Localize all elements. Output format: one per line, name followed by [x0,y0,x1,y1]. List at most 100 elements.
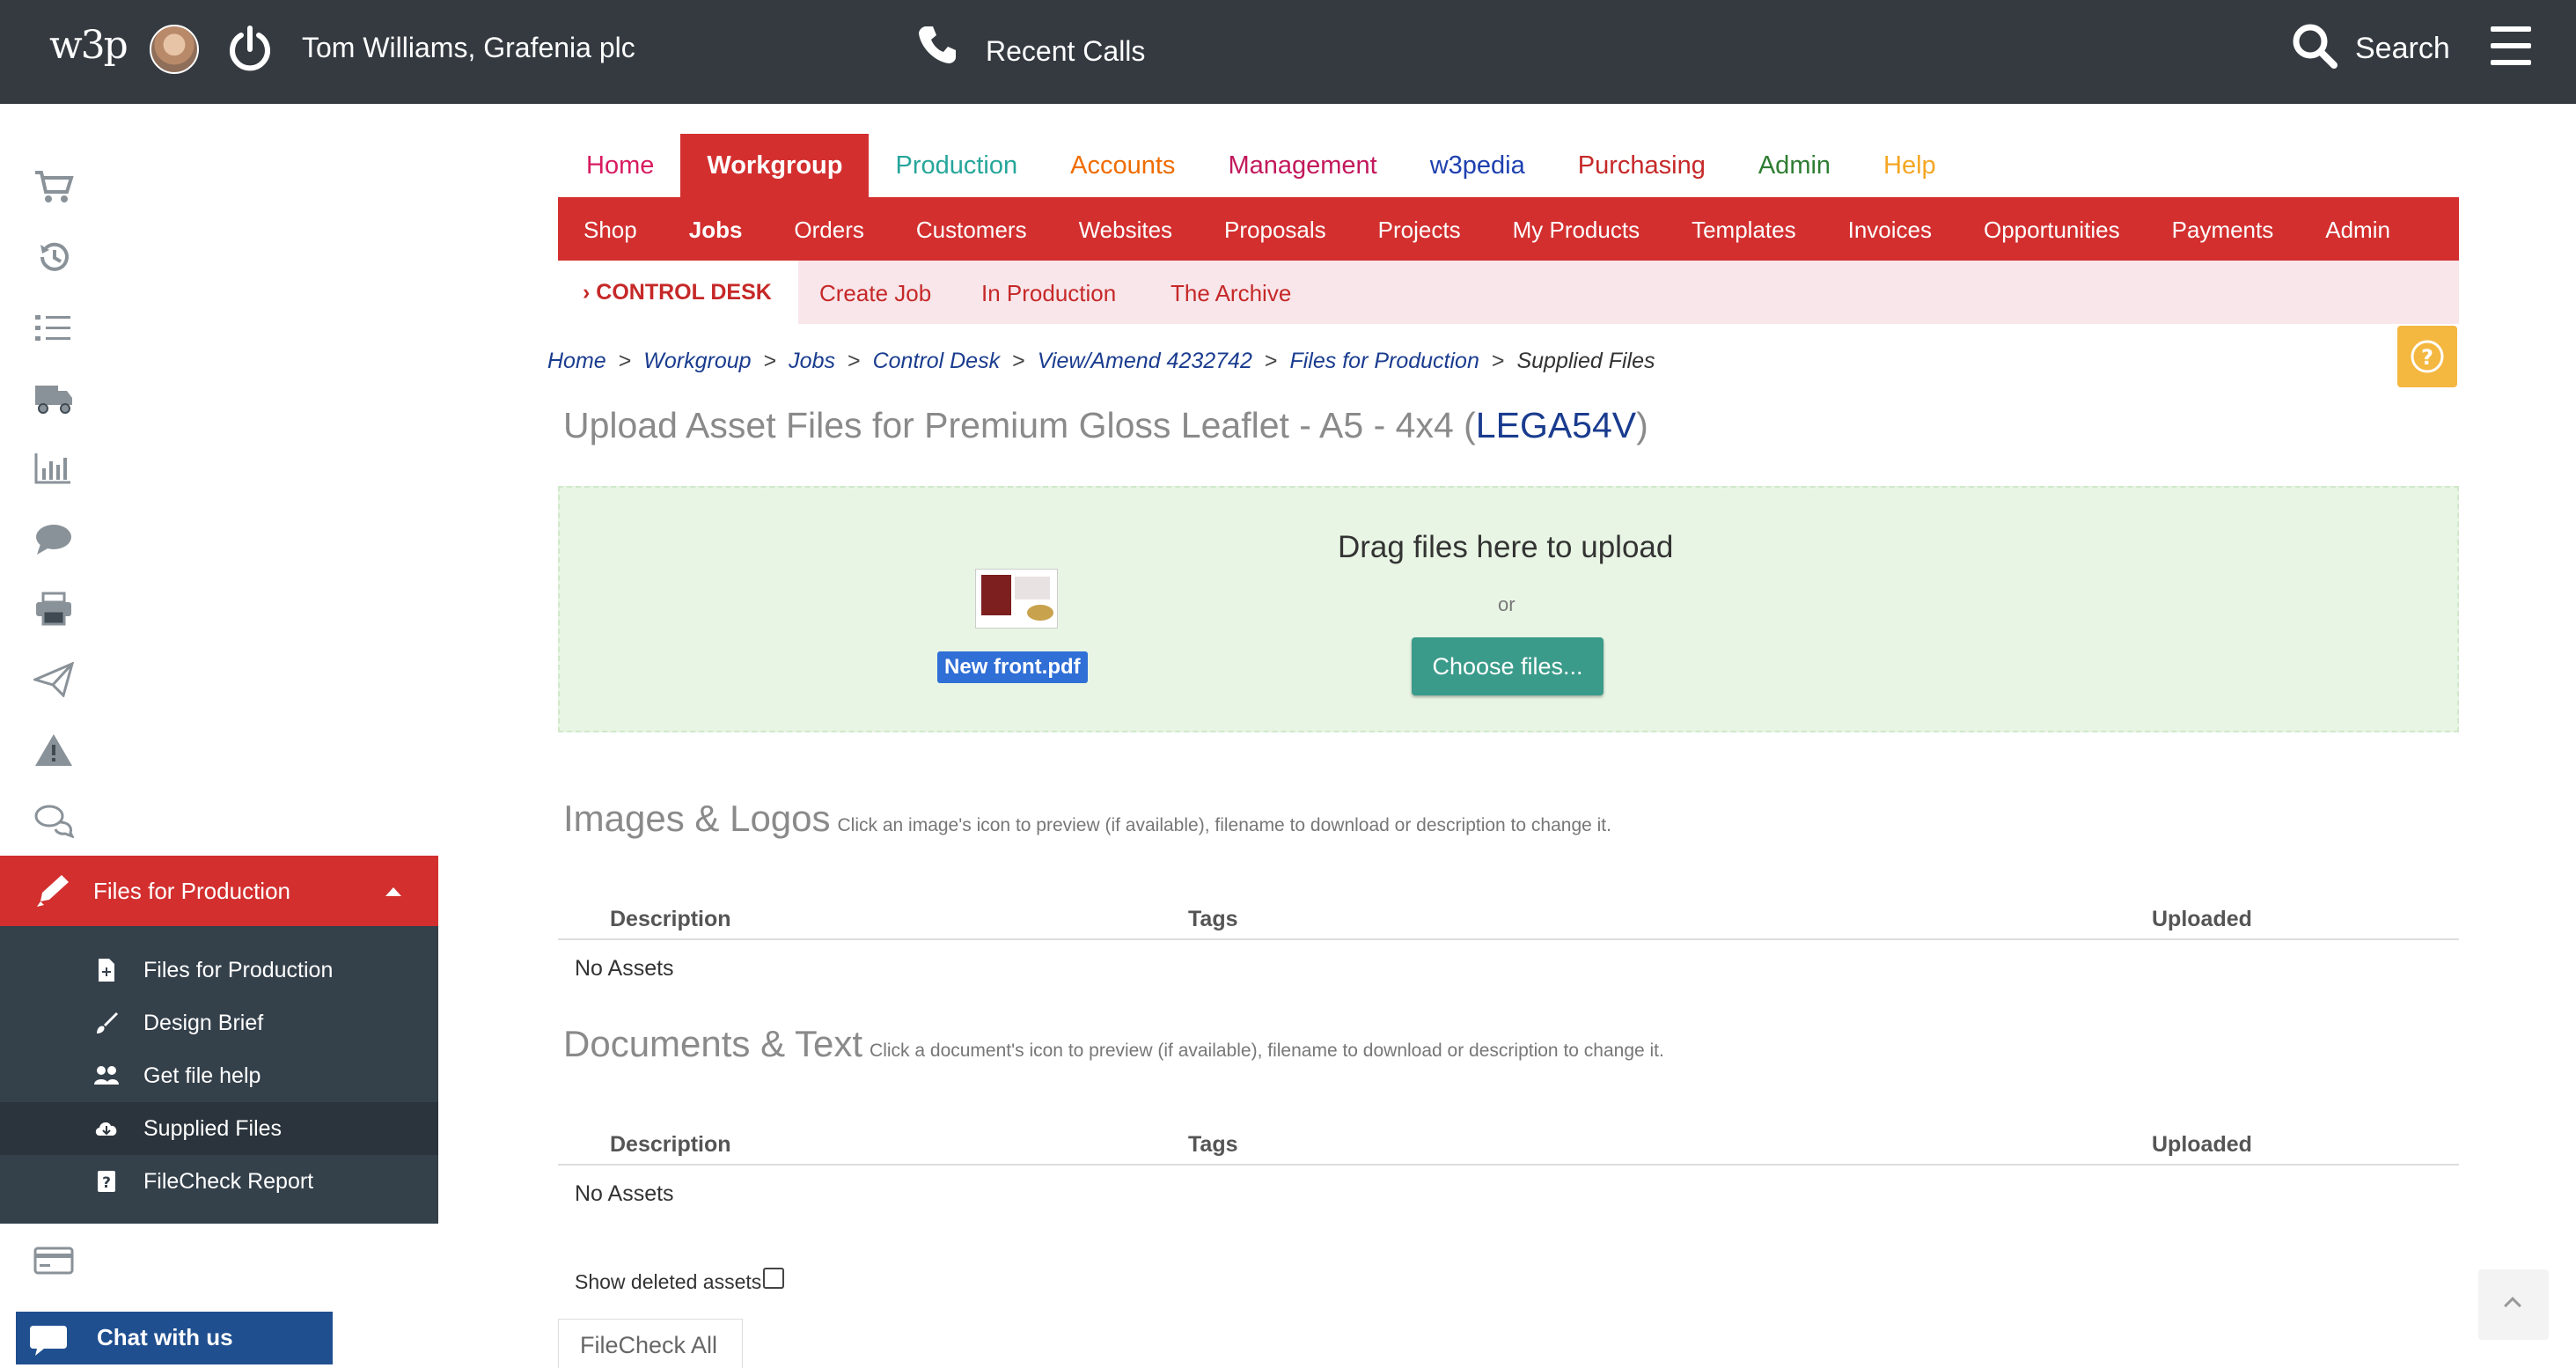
phone-icon[interactable] [915,23,959,67]
subnav-admin[interactable]: Admin [2300,197,2417,261]
breadcrumb-link[interactable]: Workgroup [643,349,751,374]
tab-help[interactable]: Help [1857,134,1963,197]
search-icon[interactable] [2290,21,2339,70]
create-job-link[interactable]: Create Job [819,280,931,307]
tab-management[interactable]: Management [1201,134,1403,197]
bar-chart-icon [34,453,70,484]
history-icon [40,242,69,271]
chevron-up-icon [385,887,401,896]
question-circle-icon: ? [2411,340,2444,373]
sidebar-item-label: Despatch [93,385,190,411]
submenu-item-label: Supplied Files [143,1116,283,1141]
scroll-to-top-button[interactable] [2478,1269,2549,1340]
subnav-opportunities[interactable]: Opportunities [1958,197,2147,261]
comments-icon [34,805,74,838]
breadcrumb-link[interactable]: Files for Production [1289,349,1479,374]
show-deleted-checkbox[interactable] [763,1268,785,1289]
column-header-tags[interactable]: Tags [1188,1132,1238,1158]
submenu-item-files-for-production[interactable]: Files for Production [0,944,438,997]
search-link[interactable]: Search [2355,32,2450,66]
sidebar-item-label: Quality [93,737,165,763]
archive-link[interactable]: The Archive [1171,280,1291,307]
column-header-tags[interactable]: Tags [1188,907,1238,932]
chat-widget-button[interactable]: Chat with us [16,1312,333,1364]
main-tabs: Home Workgroup Production Accounts Managemen… [560,134,1963,197]
sidebar-item-label: History [93,244,165,270]
cloud-download-icon [95,1122,117,1136]
top-bar: w3p Tom Williams, Grafenia plc Recent Ca… [0,0,2576,104]
submenu-item-get-file-help[interactable]: Get file help [0,1049,438,1102]
tab-home[interactable]: Home [560,134,680,197]
uploaded-file-name[interactable]: New front.pdf [937,651,1088,683]
sidebar-item-despatch[interactable]: Despatch [0,363,438,433]
chevron-down-icon [385,747,401,755]
paper-plane-icon [33,662,74,697]
file-plus-icon [99,959,114,982]
column-header-uploaded[interactable]: Uploaded [2152,1132,2252,1158]
sub-navigation: Shop Jobs Orders Customers Websites Proposals… [558,197,2459,261]
tab-admin[interactable]: Admin [1732,134,1857,197]
sidebar-item-feedback[interactable]: Feedback [0,785,438,856]
subnav-websites[interactable]: Websites [1053,197,1199,261]
sidebar-item-payments[interactable]: Payments [0,1225,438,1296]
tab-w3pedia[interactable]: w3pedia [1404,134,1552,197]
subnav-projects[interactable]: Projects [1353,197,1487,261]
subnav-invoices[interactable]: Invoices [1823,197,1958,261]
app-logo[interactable]: w3p [49,23,128,68]
sidebar-item-history[interactable]: History [0,222,438,292]
breadcrumb-link[interactable]: View/Amend 4232742 [1038,349,1252,374]
breadcrumb-link[interactable]: Jobs [789,349,835,374]
speech-bubble-icon [36,525,71,555]
submenu-item-filecheck-report[interactable]: ? FileCheck Report [0,1155,438,1208]
images-section-hint: Click an image's icon to preview (if ava… [837,815,1611,835]
product-code-link[interactable]: LEGA54V [1476,405,1636,445]
submenu-item-design-brief[interactable]: Design Brief [0,997,438,1049]
chevron-down-icon [385,1257,401,1266]
column-header-uploaded[interactable]: Uploaded [2152,907,2252,932]
sidebar-item-financial[interactable]: Financial [0,433,438,504]
documents-section-hint: Click a document's icon to preview (if a… [870,1041,1664,1061]
sidebar-item-notes[interactable]: Notes [0,504,438,574]
breadcrumb-link[interactable]: Home [547,349,606,374]
user-name[interactable]: Tom Williams, Grafenia plc [302,32,635,64]
tab-accounts[interactable]: Accounts [1044,134,1201,197]
breadcrumb-separator: > [1264,349,1278,373]
documents-table-header: Description Tags Uploaded [558,1123,2459,1166]
column-header-description[interactable]: Description [610,907,731,932]
choose-files-button[interactable]: Choose files... [1412,637,1604,695]
sidebar-item-files-for-production[interactable]: Files for Production [0,856,438,926]
chat-bubble-icon [30,1326,67,1356]
subnav-proposals[interactable]: Proposals [1199,197,1353,261]
sidebar-item-email-sms[interactable]: Email & SMS [0,644,438,715]
subnav-shop[interactable]: Shop [558,197,664,261]
sidebar-item-runs[interactable]: Runs [0,292,438,363]
hamburger-menu-icon[interactable] [2491,26,2531,65]
recent-calls-link[interactable]: Recent Calls [986,35,1145,68]
tab-workgroup[interactable]: Workgroup [680,134,870,197]
third-navigation: › CONTROL DESK Create Job In Production … [558,261,2459,324]
subnav-orders[interactable]: Orders [768,197,890,261]
control-desk-tab[interactable]: › CONTROL DESK [558,261,798,324]
printer-icon [36,592,71,626]
tab-production[interactable]: Production [869,134,1044,197]
subnav-customers[interactable]: Customers [891,197,1053,261]
tab-purchasing[interactable]: Purchasing [1552,134,1732,197]
subnav-payments[interactable]: Payments [2147,197,2301,261]
in-production-link[interactable]: In Production [981,280,1116,307]
filecheck-all-button[interactable]: FileCheck All [558,1319,743,1368]
subnav-jobs[interactable]: Jobs [664,197,769,261]
submenu-item-supplied-files[interactable]: Supplied Files [0,1102,438,1155]
pdf-thumbnail[interactable] [975,569,1058,629]
sidebar-item-job-summary[interactable]: Job Summary [0,151,438,222]
sidebar-item-printouts[interactable]: Printouts [0,574,438,644]
subnav-templates[interactable]: Templates [1666,197,1823,261]
drag-instruction: Drag files here to upload [1338,530,1674,564]
help-button[interactable]: ? [2397,326,2457,387]
chevron-up-icon [2504,1297,2521,1314]
breadcrumb-link[interactable]: Control Desk [873,349,1001,374]
sidebar-item-quality[interactable]: Quality [0,715,438,785]
column-header-description[interactable]: Description [610,1132,731,1158]
user-avatar[interactable] [150,25,199,74]
power-icon[interactable] [225,25,275,74]
subnav-my-products[interactable]: My Products [1487,197,1667,261]
